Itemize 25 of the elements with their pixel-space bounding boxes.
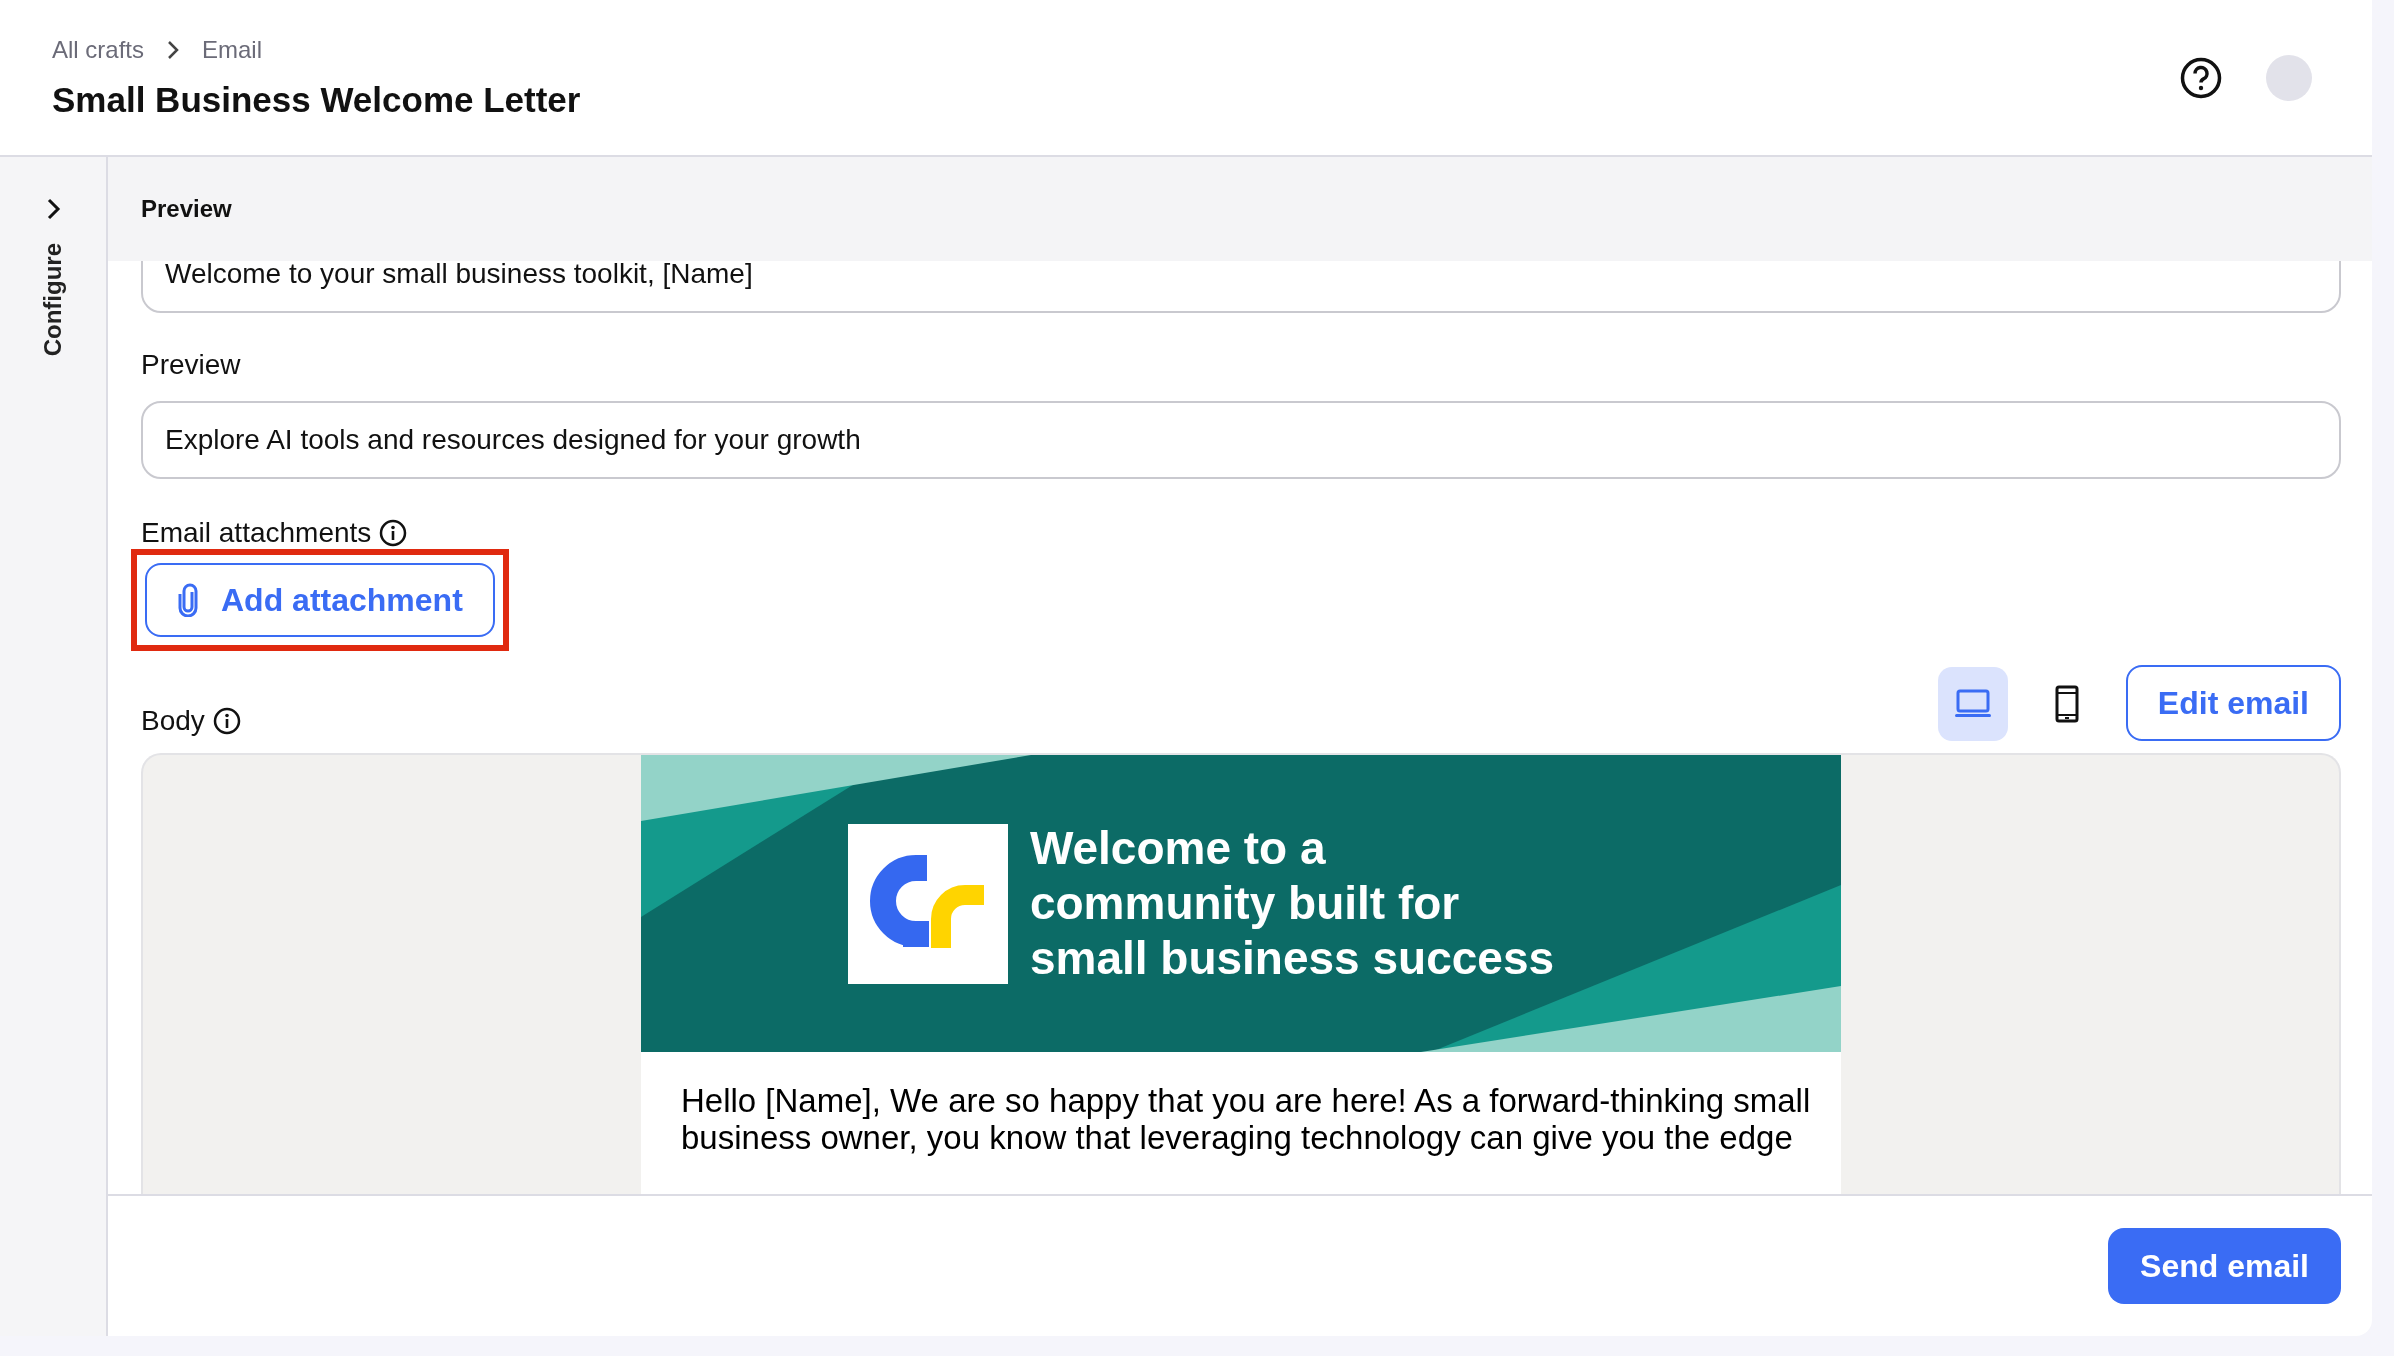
breadcrumb-link[interactable]: All crafts xyxy=(52,35,144,64)
info-icon[interactable] xyxy=(379,519,408,547)
banner-heading: Welcome to a xyxy=(1029,821,1327,876)
laptop-icon xyxy=(1954,689,1991,719)
section-title: Preview xyxy=(141,195,232,223)
desktop-view-button[interactable] xyxy=(1937,667,2008,741)
email-body-text: Hello [Name], We are so happy that you are here! As a forward-thinking small business owner, you know that leveraging technology can give you the edge xyxy=(681,1082,1812,1156)
info-icon[interactable] xyxy=(212,707,241,735)
preview-field[interactable]: Explore AI tools and resources designed for your growth xyxy=(141,401,2341,479)
edit-email-button[interactable]: Edit email xyxy=(2125,665,2341,741)
help-icon[interactable] xyxy=(2180,56,2222,99)
field-label: Email attachments xyxy=(141,517,372,549)
page-title: Small Business Welcome Letter xyxy=(52,79,582,120)
paperclip-icon xyxy=(177,583,199,617)
configure-tab[interactable]: Configure xyxy=(39,243,67,357)
banner-heading: community built for xyxy=(1029,876,1461,931)
field-label: Preview xyxy=(141,349,241,381)
breadcrumb-link[interactable]: Email xyxy=(202,35,263,64)
banner-heading: small business success xyxy=(1029,931,1555,986)
chevron-icon xyxy=(166,39,180,60)
add-attachment-button[interactable]: Add attachment xyxy=(145,563,495,637)
phone-icon xyxy=(2054,685,2079,723)
send-email-button[interactable]: Send email xyxy=(2108,1228,2341,1304)
subject-field[interactable]: Welcome to your small business toolkit, [Name] xyxy=(141,261,2341,313)
field-label: Body xyxy=(141,705,205,737)
